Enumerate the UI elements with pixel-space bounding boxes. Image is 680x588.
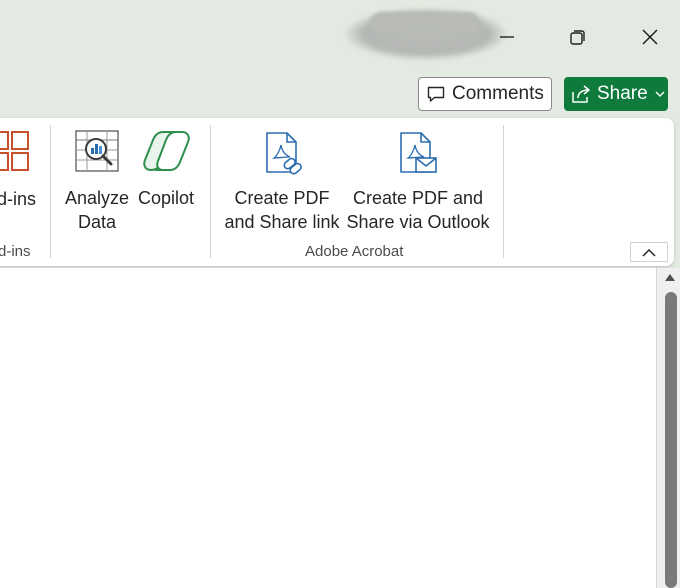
- add-ins-button[interactable]: d-ins: [0, 131, 36, 211]
- create-pdf-outlook-label-line2: Share via Outlook: [346, 212, 490, 232]
- analyze-data-icon: [62, 130, 132, 178]
- share-icon: [570, 83, 592, 105]
- create-pdf-share-link-button[interactable]: Create PDF and Share link: [222, 130, 342, 234]
- analyze-data-label-line2: Data: [77, 212, 117, 232]
- chevron-up-icon: [642, 248, 656, 257]
- redacted-account-name-core: [370, 12, 480, 34]
- comment-icon: [426, 84, 446, 104]
- ribbon-separator: [503, 125, 504, 258]
- share-label: Share: [597, 83, 648, 104]
- restore-button[interactable]: [563, 22, 593, 52]
- restore-icon: [570, 30, 585, 45]
- share-button[interactable]: Share: [564, 77, 668, 111]
- copilot-button[interactable]: Copilot: [133, 130, 199, 210]
- title-bar: [0, 0, 680, 72]
- add-ins-label: d-ins: [0, 189, 36, 209]
- analyze-data-label-line1: Analyze: [64, 188, 130, 208]
- ribbon-separator: [50, 125, 51, 258]
- create-pdf-outlook-label-line1: Create PDF and: [352, 188, 484, 208]
- pdf-mail-icon: [343, 130, 493, 178]
- add-ins-grid-icon: [0, 131, 36, 179]
- copilot-icon: [133, 130, 199, 178]
- pdf-link-icon: [222, 130, 342, 178]
- copilot-label: Copilot: [137, 188, 195, 208]
- create-pdf-share-link-label-line1: Create PDF: [234, 188, 330, 208]
- close-icon: [642, 29, 658, 45]
- scroll-up-arrow-icon[interactable]: [662, 272, 678, 286]
- chevron-down-icon[interactable]: [655, 90, 665, 98]
- minimize-button[interactable]: [492, 22, 522, 52]
- comments-button[interactable]: Comments: [418, 77, 552, 111]
- comments-label: Comments: [452, 83, 544, 104]
- collapse-ribbon-button[interactable]: [630, 242, 668, 262]
- minimize-icon: [500, 36, 514, 38]
- ribbon-separator: [210, 125, 211, 258]
- close-button[interactable]: [635, 22, 665, 52]
- analyze-data-button[interactable]: Analyze Data: [62, 130, 132, 234]
- create-pdf-share-link-label-line2: and Share link: [224, 212, 340, 232]
- adobe-acrobat-group-label: Adobe Acrobat: [305, 243, 404, 260]
- scroll-thumb[interactable]: [665, 292, 677, 588]
- add-ins-group-label: d-ins: [0, 243, 31, 260]
- create-pdf-outlook-button[interactable]: Create PDF and Share via Outlook: [343, 130, 493, 234]
- worksheet-area[interactable]: [0, 268, 656, 588]
